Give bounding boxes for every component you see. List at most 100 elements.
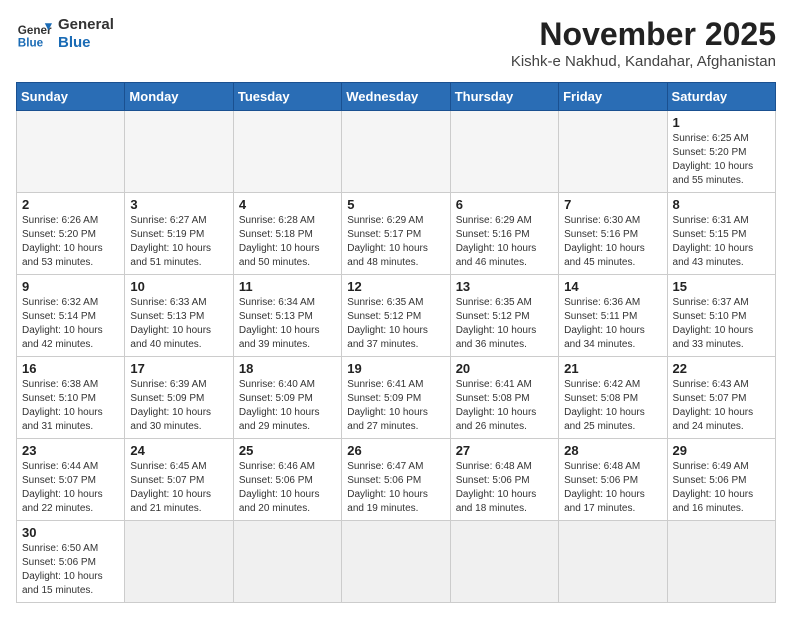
location-subtitle: Kishk-e Nakhud, Kandahar, Afghanistan <box>511 53 776 70</box>
logo-general-text: General <box>58 16 114 34</box>
day-number: 8 <box>673 197 770 212</box>
day-number: 26 <box>347 443 444 458</box>
day-number: 16 <box>22 361 119 376</box>
day-info: Sunrise: 6:41 AM Sunset: 5:09 PM Dayligh… <box>347 378 444 434</box>
day-number: 13 <box>456 279 553 294</box>
day-number: 14 <box>564 279 661 294</box>
day-info: Sunrise: 6:44 AM Sunset: 5:07 PM Dayligh… <box>22 460 119 516</box>
col-saturday: Saturday <box>667 83 775 111</box>
calendar-cell <box>450 111 558 193</box>
day-info: Sunrise: 6:33 AM Sunset: 5:13 PM Dayligh… <box>130 296 227 352</box>
calendar-week-row: 1 Sunrise: 6:25 AM Sunset: 5:20 PM Daylig… <box>17 111 776 193</box>
col-sunday: Sunday <box>17 83 125 111</box>
calendar-week-row: 30 Sunrise: 6:50 AM Sunset: 5:06 PM Dayli… <box>17 521 776 603</box>
calendar-cell <box>17 111 125 193</box>
day-number: 22 <box>673 361 770 376</box>
day-info: Sunrise: 6:25 AM Sunset: 5:20 PM Dayligh… <box>673 132 770 188</box>
calendar-cell: 4 Sunrise: 6:28 AM Sunset: 5:18 PM Daylig… <box>233 193 341 275</box>
calendar-cell: 11 Sunrise: 6:34 AM Sunset: 5:13 PM Dayli… <box>233 275 341 357</box>
day-number: 19 <box>347 361 444 376</box>
day-info: Sunrise: 6:32 AM Sunset: 5:14 PM Dayligh… <box>22 296 119 352</box>
day-info: Sunrise: 6:30 AM Sunset: 5:16 PM Dayligh… <box>564 214 661 270</box>
calendar-cell: 5 Sunrise: 6:29 AM Sunset: 5:17 PM Daylig… <box>342 193 450 275</box>
day-number: 11 <box>239 279 336 294</box>
day-number: 23 <box>22 443 119 458</box>
day-number: 9 <box>22 279 119 294</box>
day-number: 25 <box>239 443 336 458</box>
calendar-cell <box>125 111 233 193</box>
day-info: Sunrise: 6:48 AM Sunset: 5:06 PM Dayligh… <box>564 460 661 516</box>
day-info: Sunrise: 6:29 AM Sunset: 5:17 PM Dayligh… <box>347 214 444 270</box>
day-number: 5 <box>347 197 444 212</box>
day-number: 17 <box>130 361 227 376</box>
day-number: 27 <box>456 443 553 458</box>
day-info: Sunrise: 6:26 AM Sunset: 5:20 PM Dayligh… <box>22 214 119 270</box>
day-number: 20 <box>456 361 553 376</box>
calendar-cell: 12 Sunrise: 6:35 AM Sunset: 5:12 PM Dayli… <box>342 275 450 357</box>
calendar-cell <box>342 111 450 193</box>
day-info: Sunrise: 6:36 AM Sunset: 5:11 PM Dayligh… <box>564 296 661 352</box>
day-number: 10 <box>130 279 227 294</box>
calendar-header-row: Sunday Monday Tuesday Wednesday Thursday… <box>17 83 776 111</box>
calendar-cell: 26 Sunrise: 6:47 AM Sunset: 5:06 PM Dayli… <box>342 439 450 521</box>
day-number: 7 <box>564 197 661 212</box>
calendar-cell: 17 Sunrise: 6:39 AM Sunset: 5:09 PM Dayli… <box>125 357 233 439</box>
day-info: Sunrise: 6:38 AM Sunset: 5:10 PM Dayligh… <box>22 378 119 434</box>
day-info: Sunrise: 6:49 AM Sunset: 5:06 PM Dayligh… <box>673 460 770 516</box>
day-info: Sunrise: 6:39 AM Sunset: 5:09 PM Dayligh… <box>130 378 227 434</box>
calendar-cell: 19 Sunrise: 6:41 AM Sunset: 5:09 PM Dayli… <box>342 357 450 439</box>
day-info: Sunrise: 6:31 AM Sunset: 5:15 PM Dayligh… <box>673 214 770 270</box>
day-info: Sunrise: 6:47 AM Sunset: 5:06 PM Dayligh… <box>347 460 444 516</box>
col-tuesday: Tuesday <box>233 83 341 111</box>
calendar-table: Sunday Monday Tuesday Wednesday Thursday… <box>16 82 776 603</box>
logo-icon: General Blue <box>16 16 52 52</box>
calendar-cell: 27 Sunrise: 6:48 AM Sunset: 5:06 PM Dayli… <box>450 439 558 521</box>
day-number: 12 <box>347 279 444 294</box>
day-info: Sunrise: 6:43 AM Sunset: 5:07 PM Dayligh… <box>673 378 770 434</box>
day-info: Sunrise: 6:48 AM Sunset: 5:06 PM Dayligh… <box>456 460 553 516</box>
calendar-cell: 9 Sunrise: 6:32 AM Sunset: 5:14 PM Daylig… <box>17 275 125 357</box>
title-section: November 2025 Kishk-e Nakhud, Kandahar, … <box>511 16 776 70</box>
day-info: Sunrise: 6:28 AM Sunset: 5:18 PM Dayligh… <box>239 214 336 270</box>
calendar-cell <box>342 521 450 603</box>
day-number: 6 <box>456 197 553 212</box>
day-number: 4 <box>239 197 336 212</box>
calendar-cell <box>233 111 341 193</box>
calendar-cell: 23 Sunrise: 6:44 AM Sunset: 5:07 PM Dayli… <box>17 439 125 521</box>
calendar-cell <box>125 521 233 603</box>
calendar-cell <box>559 521 667 603</box>
calendar-cell: 13 Sunrise: 6:35 AM Sunset: 5:12 PM Dayli… <box>450 275 558 357</box>
col-wednesday: Wednesday <box>342 83 450 111</box>
col-monday: Monday <box>125 83 233 111</box>
logo: General Blue General Blue <box>16 16 114 52</box>
calendar-cell: 2 Sunrise: 6:26 AM Sunset: 5:20 PM Daylig… <box>17 193 125 275</box>
calendar-cell: 20Sunrise: 6:41 AM Sunset: 5:08 PM Dayli… <box>450 357 558 439</box>
svg-text:Blue: Blue <box>18 37 44 50</box>
day-number: 30 <box>22 525 119 540</box>
day-info: Sunrise: 6:35 AM Sunset: 5:12 PM Dayligh… <box>347 296 444 352</box>
day-number: 2 <box>22 197 119 212</box>
calendar-cell <box>450 521 558 603</box>
calendar-week-row: 9 Sunrise: 6:32 AM Sunset: 5:14 PM Daylig… <box>17 275 776 357</box>
calendar-cell: 28 Sunrise: 6:48 AM Sunset: 5:06 PM Dayli… <box>559 439 667 521</box>
calendar-cell: 3Sunrise: 6:27 AM Sunset: 5:19 PM Daylig… <box>125 193 233 275</box>
calendar-cell: 29Sunrise: 6:49 AM Sunset: 5:06 PM Dayli… <box>667 439 775 521</box>
calendar-cell: 10 Sunrise: 6:33 AM Sunset: 5:13 PM Dayli… <box>125 275 233 357</box>
calendar-cell: 16 Sunrise: 6:38 AM Sunset: 5:10 PM Dayli… <box>17 357 125 439</box>
calendar-week-row: 2 Sunrise: 6:26 AM Sunset: 5:20 PM Daylig… <box>17 193 776 275</box>
day-number: 1 <box>673 115 770 130</box>
day-info: Sunrise: 6:27 AM Sunset: 5:19 PM Dayligh… <box>130 214 227 270</box>
page-header: General Blue General Blue November 2025 … <box>16 16 776 70</box>
day-number: 15 <box>673 279 770 294</box>
day-number: 18 <box>239 361 336 376</box>
calendar-cell: 25Sunrise: 6:46 AM Sunset: 5:06 PM Dayli… <box>233 439 341 521</box>
month-title: November 2025 <box>511 16 776 53</box>
day-info: Sunrise: 6:50 AM Sunset: 5:06 PM Dayligh… <box>22 542 119 598</box>
day-number: 28 <box>564 443 661 458</box>
day-info: Sunrise: 6:35 AM Sunset: 5:12 PM Dayligh… <box>456 296 553 352</box>
calendar-cell: 24Sunrise: 6:45 AM Sunset: 5:07 PM Dayli… <box>125 439 233 521</box>
calendar-cell <box>233 521 341 603</box>
calendar-cell: 18Sunrise: 6:40 AM Sunset: 5:09 PM Dayli… <box>233 357 341 439</box>
day-info: Sunrise: 6:34 AM Sunset: 5:13 PM Dayligh… <box>239 296 336 352</box>
calendar-cell <box>667 521 775 603</box>
